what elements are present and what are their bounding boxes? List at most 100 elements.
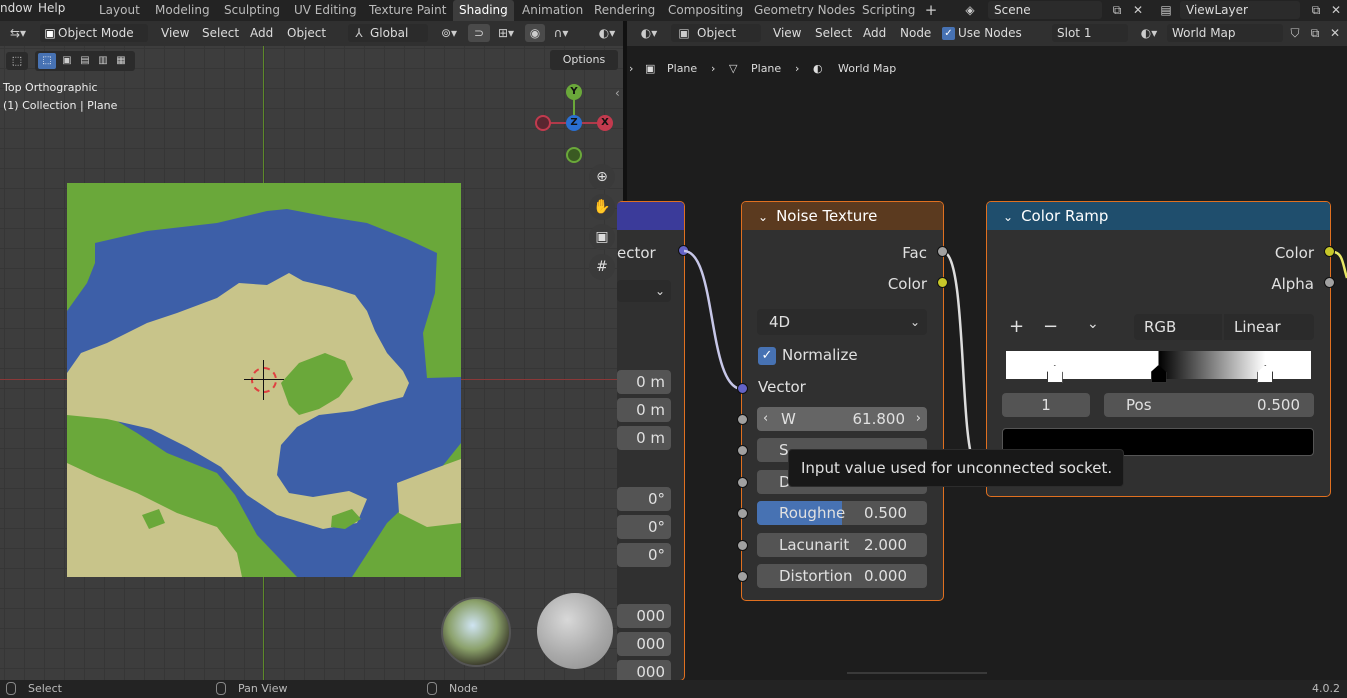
scene-icon[interactable]: ◈ [960,1,980,19]
sidebar-toggle-icon[interactable]: ‹ [615,86,620,100]
dimensions-select[interactable]: 4D [757,309,927,335]
options-button[interactable]: Options [550,50,618,70]
ramp-alpha-output-socket[interactable] [1324,277,1335,288]
menu-help[interactable]: Help [38,0,65,21]
node-menu-view[interactable]: View [773,24,801,42]
shader-node-editor[interactable]: › ▣ Plane › ▽ Plane › ◐ World Map ector … [617,46,1347,684]
snap-icon[interactable]: ⊃ [468,24,490,42]
ramp-color-output-socket[interactable] [1324,246,1335,257]
tab-geometry-nodes[interactable]: Geometry Nodes [748,0,861,21]
ramp-stop-2[interactable] [1257,365,1274,383]
ramp-menu-chevron-icon[interactable]: ⌄ [1087,316,1099,332]
pan-hand-icon[interactable]: ✋ [589,194,615,220]
noise-fac-output-socket[interactable] [937,246,948,257]
gizmo-y-axis[interactable]: Y [566,84,582,100]
select-invert-icon[interactable]: ▥ [94,53,112,69]
lacunarity-field[interactable]: Lacunarit 2.000 [757,533,927,557]
menu-view[interactable]: View [161,24,189,42]
viewlayer-icon[interactable]: ▤ [1156,1,1176,19]
ramp-stop-0[interactable] [1046,365,1063,383]
gizmo-x-axis[interactable]: X [597,115,613,131]
interpolation-select[interactable]: Linear [1224,314,1314,340]
menu-window[interactable]: ndow [0,0,32,21]
select-intersect-icon[interactable]: ▦ [112,53,130,69]
node-menu-select[interactable]: Select [815,24,852,42]
ramp-node-header[interactable]: ⌄ Color Ramp [987,202,1330,230]
scene-field[interactable]: Scene [988,1,1102,19]
new-material-icon[interactable]: ⧉ [1307,24,1323,42]
noise-distortion-input-socket[interactable] [737,571,748,582]
fake-user-icon[interactable]: ⛉ [1287,24,1303,42]
w-field[interactable]: ‹ W 61.800 › [757,407,927,431]
tab-rendering[interactable]: Rendering [588,0,661,21]
w-decrement-icon[interactable]: ‹ [763,407,768,431]
tab-scripting[interactable]: Scripting [856,0,921,21]
add-stop-icon[interactable]: + [1009,316,1024,337]
noise-node-header[interactable]: ⌄ Noise Texture [742,202,943,230]
ortho-grid-icon[interactable]: # [589,254,615,280]
editor-type-icon[interactable]: ⇆▾ [4,24,32,42]
tab-uv-editing[interactable]: UV Editing [288,0,363,21]
node-menu-add[interactable]: Add [863,24,886,42]
proportional-edit-icon[interactable]: ◉ [525,24,545,42]
noise-vector-input-socket[interactable] [737,383,748,394]
noise-roughness-input-socket[interactable] [737,508,748,519]
delete-scene-icon[interactable]: ✕ [1129,1,1147,19]
node-editor-type-icon[interactable]: ◐▾ [635,24,663,42]
normalize-checkbox[interactable]: ✓ [758,347,776,365]
gizmo-z-axis[interactable]: Z [566,115,582,131]
3d-viewport[interactable]: ⬚ ⬚ ▣ ▤ ▥ ▦ Options Top Orthographic (1)… [0,46,623,680]
menu-object[interactable]: Object [287,24,326,42]
gizmo-neg-x-axis[interactable] [535,115,551,131]
navigation-gizmo[interactable]: Y X Z [535,84,615,164]
use-nodes-checkbox[interactable]: ✓ [942,27,955,40]
tab-layout[interactable]: Layout [93,0,146,21]
material-name-field[interactable]: World Map [1167,24,1283,42]
node-menu-node[interactable]: Node [900,24,931,42]
noise-detail-input-socket[interactable] [737,477,748,488]
tab-sculpting[interactable]: Sculpting [218,0,286,21]
new-scene-icon[interactable]: ⧉ [1108,1,1126,19]
delete-viewlayer-icon[interactable]: ✕ [1327,1,1345,19]
ramp-stop-1[interactable] [1150,365,1167,383]
add-workspace-icon[interactable]: + [922,1,940,19]
tab-modeling[interactable]: Modeling [149,0,216,21]
tab-animation[interactable]: Animation [516,0,589,21]
select-tool-icon[interactable]: ⬚ [6,52,28,70]
falloff-icon[interactable]: ∩▾ [548,24,574,42]
unlink-material-icon[interactable]: ✕ [1327,24,1343,42]
select-extend-icon[interactable]: ▣ [58,53,76,69]
visibility-icon[interactable]: ◐▾ [594,24,620,42]
node-editor-scrollbar[interactable] [847,672,987,674]
gizmo-neg-y-axis[interactable] [566,147,582,163]
tab-shading[interactable]: Shading [453,0,514,21]
noise-scale-input-socket[interactable] [737,445,748,456]
color-mode-select[interactable]: RGB [1134,314,1222,340]
slot-select[interactable]: Slot 1 [1052,24,1128,42]
material-browse-icon[interactable]: ◐▾ [1135,24,1163,42]
noise-w-input-socket[interactable] [737,414,748,425]
remove-stop-icon[interactable]: − [1043,316,1058,337]
viewlayer-field[interactable]: ViewLayer [1180,1,1300,19]
camera-icon[interactable]: ▣ [589,224,615,250]
snap-target-icon[interactable]: ⊞▾ [492,24,520,42]
stop-pos-field[interactable]: Pos 0.500 [1104,393,1314,417]
roughness-field[interactable]: Roughne 0.500 [757,501,927,525]
3d-cursor[interactable] [251,367,277,393]
tab-texture-paint[interactable]: Texture Paint [363,0,452,21]
new-viewlayer-icon[interactable]: ⧉ [1307,1,1325,19]
select-subtract-icon[interactable]: ▤ [76,53,94,69]
menu-add[interactable]: Add [250,24,273,42]
collapse-chevron-icon[interactable]: ⌄ [758,210,768,224]
pivot-icon[interactable]: ⊚▾ [436,24,462,42]
mode-select[interactable]: Object Mode [40,24,148,42]
noise-color-output-socket[interactable] [937,277,948,288]
select-new-icon[interactable]: ⬚ [38,53,56,69]
stop-index-field[interactable]: 1 [1002,393,1090,417]
zoom-icon[interactable]: ⊕ [589,164,615,190]
noise-lacunarity-input-socket[interactable] [737,540,748,551]
tab-compositing[interactable]: Compositing [662,0,749,21]
noise-texture-node[interactable]: ⌄ Noise Texture Fac Color 4D ⌄ ✓ Normaliz… [741,201,944,601]
menu-select[interactable]: Select [202,24,239,42]
distortion-field[interactable]: Distortion 0.000 [757,564,927,588]
